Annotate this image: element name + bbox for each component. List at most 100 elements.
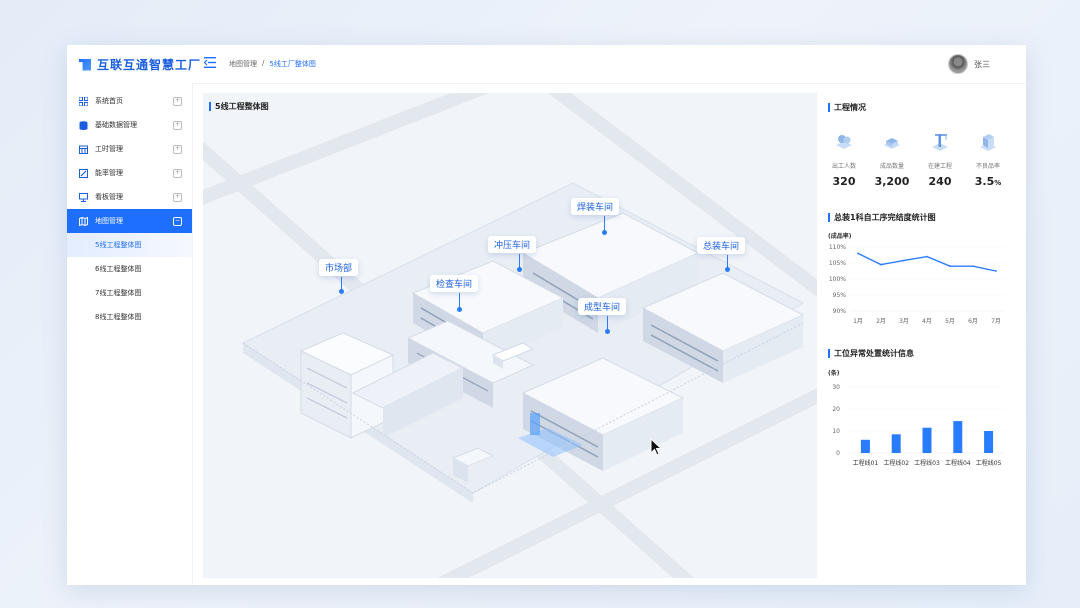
x-tick-label: 3月 — [899, 318, 909, 325]
sidebar-item-label: 地图管理 — [95, 217, 123, 225]
bar — [860, 439, 870, 453]
stats-panel: 工程情况 出工人数 320 成品数量 3,200 在建工程 240 不良品率 3… — [820, 93, 1016, 578]
factory-isometric-illustration — [203, 93, 817, 578]
sidebar-item-label: 系统首页 — [95, 97, 123, 105]
bar-chart-title: 工位异常处置统计信息 — [828, 348, 914, 359]
y-tick-label: 110% — [829, 244, 846, 251]
sidebar-item-board[interactable]: 看板管理 + — [67, 185, 192, 209]
logo-icon — [79, 58, 91, 71]
y-tick-label: 105% — [829, 260, 846, 267]
expand-icon[interactable]: + — [173, 169, 182, 178]
y-tick-label: 0 — [836, 450, 840, 457]
factory-map[interactable]: 5线工程整体图 焊装车间 冲压车间 总装车间 市场部 检查车间 成型车间 — [203, 93, 817, 578]
bar-chart-title-text: 工位异常处置统计信息 — [834, 349, 914, 358]
avatar[interactable] — [948, 54, 968, 74]
bar-chart[interactable]: 0 10 20 30 工程线01 工程线02 工程线03 工程线04 工程线05 — [822, 381, 1012, 481]
label-molding-workshop[interactable]: 成型车间 — [578, 298, 627, 315]
app-logo[interactable]: 互联互通智慧工厂 — [79, 56, 201, 73]
database-icon — [79, 120, 88, 130]
board-icon — [79, 192, 88, 202]
boxes-icon — [884, 138, 900, 149]
x-tick-label: 1月 — [853, 318, 863, 325]
x-tick-label: 5月 — [945, 318, 955, 325]
menu-collapse-icon[interactable] — [203, 57, 216, 69]
data-point — [926, 255, 928, 258]
line-chart-title-text: 总装1科自工序完结度统计图 — [834, 213, 936, 222]
label-assembly-workshop[interactable]: 总装车间 — [697, 237, 746, 254]
top-bar: 互联互通智慧工厂 地图管理 / 5线工厂整体图 张三 — [67, 45, 1026, 84]
x-tick-label: 4月 — [922, 318, 932, 325]
data-point — [903, 259, 905, 262]
x-tick-label: 工程线02 — [883, 459, 909, 467]
sidebar: 系统首页 + 基础数据管理 + 工时管理 + 能率管理 + 看板管理 + 地图管… — [67, 83, 193, 585]
pin-inspection-workshop — [457, 293, 462, 312]
calendar-icon — [79, 145, 88, 154]
sidebar-item-label: 工时管理 — [95, 145, 123, 153]
stat-label: 出工人数 — [831, 163, 856, 170]
x-tick-label: 2月 — [876, 318, 886, 325]
x-tick-label: 7月 — [991, 318, 1001, 325]
grid-icon — [79, 96, 88, 106]
app-window: 互联互通智慧工厂 地图管理 / 5线工厂整体图 张三 系统首页 + 基础数据管理… — [67, 45, 1026, 585]
bar — [891, 434, 901, 453]
pin-assembly-workshop — [725, 255, 730, 272]
workers-icon — [836, 135, 852, 149]
stat-label: 不良品率 — [975, 163, 1000, 170]
stat-projects: 在建工程 240 — [920, 131, 960, 188]
expand-icon[interactable]: + — [173, 121, 182, 130]
y-tick-label: 90% — [833, 308, 847, 315]
expand-icon[interactable]: + — [173, 145, 182, 154]
breadcrumb-map-management[interactable]: 地图管理 — [229, 59, 257, 69]
sidebar-item-hours[interactable]: 工时管理 + — [67, 137, 192, 161]
defect-box-icon — [980, 134, 996, 151]
sidebar-item-efficiency[interactable]: 能率管理 + — [67, 161, 192, 185]
label-stamping-workshop[interactable]: 冲压车间 — [488, 236, 537, 253]
sidebar-item-label: 看板管理 — [95, 193, 123, 201]
stat-label: 成品数量 — [879, 163, 904, 170]
pin-welding-workshop — [602, 216, 607, 235]
pin-stamping-workshop — [517, 254, 522, 272]
engineering-title: 工程情况 — [828, 102, 866, 113]
sidebar-item-home[interactable]: 系统首页 + — [67, 89, 192, 113]
chart-edit-icon — [79, 168, 88, 178]
stat-products: 成品数量 3,200 — [872, 131, 912, 188]
bar — [922, 427, 932, 453]
data-point — [972, 265, 974, 268]
engineering-title-text: 工程情况 — [834, 103, 866, 112]
x-tick-label: 工程线01 — [853, 459, 879, 467]
sidebar-subitem-line5[interactable]: 5线工程整体图 — [67, 233, 192, 257]
map-title-text: 5线工程整体图 — [215, 102, 269, 111]
expand-icon[interactable]: + — [173, 97, 182, 106]
data-point — [949, 265, 951, 268]
sidebar-subitem-line7[interactable]: 7线工程整体图 — [67, 281, 192, 305]
stat-value: 320 — [832, 175, 856, 188]
x-tick-label: 工程线05 — [976, 459, 1002, 467]
crane-icon — [932, 134, 948, 151]
label-inspection-workshop[interactable]: 检查车间 — [430, 275, 479, 292]
mouse-cursor-icon — [650, 438, 662, 456]
user-menu[interactable]: 张三 — [948, 54, 990, 74]
sidebar-subitem-line6[interactable]: 6线工程整体图 — [67, 257, 192, 281]
data-point — [880, 263, 882, 266]
collapse-icon[interactable]: − — [173, 217, 182, 226]
y-tick-label: 100% — [829, 276, 846, 283]
bar — [953, 421, 963, 453]
stat-value: 240 — [928, 175, 952, 188]
y-tick-label: 95% — [833, 292, 847, 299]
data-point — [995, 270, 997, 272]
breadcrumb-separator: / — [262, 59, 265, 67]
stat-defect-rate: 不良品率 3.5% — [968, 131, 1008, 188]
bar-chart-unit: (条) — [828, 370, 840, 377]
sidebar-subitem-line8[interactable]: 8线工程整体图 — [67, 305, 192, 329]
sidebar-item-base-data[interactable]: 基础数据管理 + — [67, 113, 192, 137]
expand-icon[interactable]: + — [173, 193, 182, 202]
x-tick-label: 6月 — [968, 318, 978, 325]
sidebar-item-label: 能率管理 — [95, 169, 123, 177]
user-name: 张三 — [974, 59, 990, 69]
sidebar-item-map[interactable]: 地图管理 − — [67, 209, 192, 233]
label-market-department[interactable]: 市场部 — [319, 259, 359, 276]
label-welding-workshop[interactable]: 焊装车间 — [571, 198, 620, 215]
line-chart[interactable]: 90% 95% 100% 105% 110% 1月 2月 3月 4月 5月 6月 7月 — [822, 239, 1012, 339]
stat-label: 在建工程 — [927, 163, 952, 170]
y-tick-label: 30 — [832, 384, 840, 391]
